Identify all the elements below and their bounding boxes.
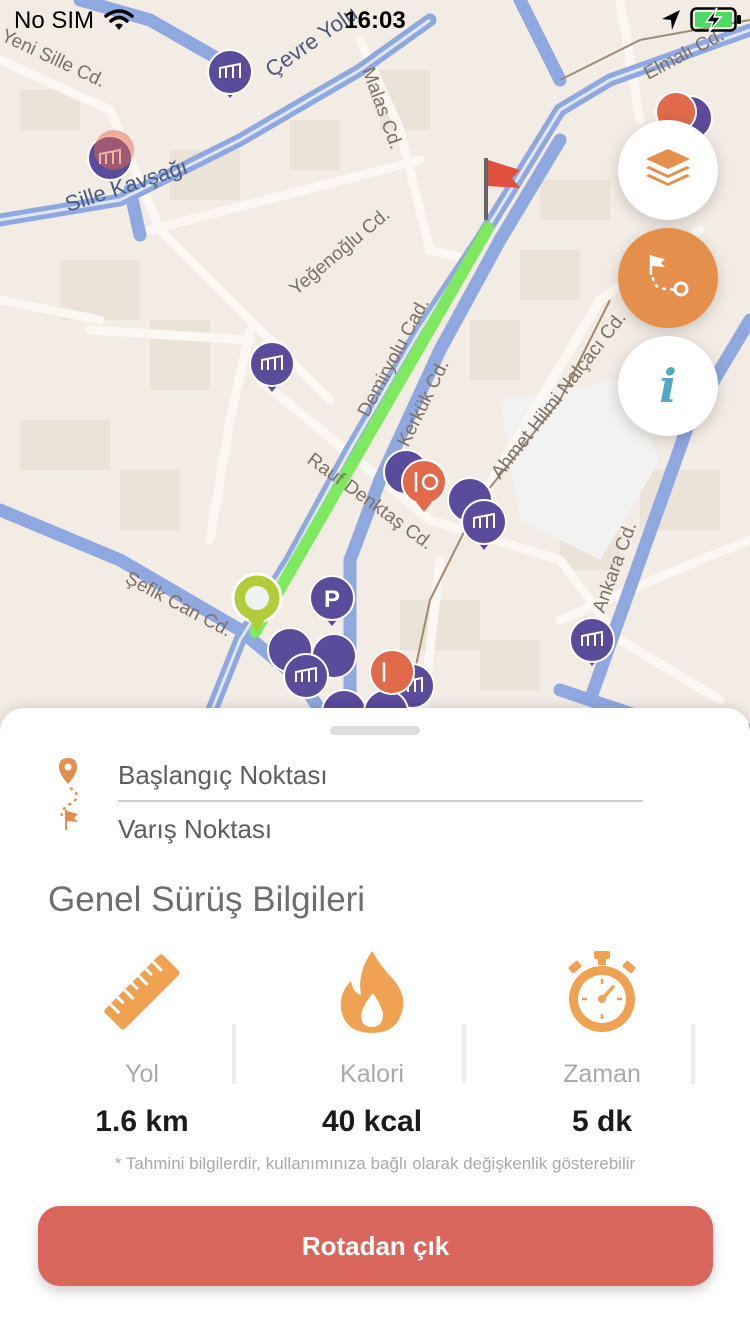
route-info-sheet: Başlangıç Noktası Varış Noktası Genel Sü…: [0, 708, 750, 1334]
stat-label: Yol: [125, 1060, 159, 1088]
stat-value: 5 dk: [571, 1105, 633, 1138]
layers-icon: [644, 147, 692, 194]
exit-route-button[interactable]: Rotadan çık: [38, 1206, 713, 1286]
flame-icon: [272, 946, 472, 1038]
location-arrow-icon: [660, 8, 682, 37]
stat-separator: [691, 1024, 695, 1084]
stat-separator: [462, 1024, 466, 1084]
layers-button[interactable]: [618, 120, 718, 220]
sheet-drag-handle[interactable]: [330, 726, 420, 735]
map-view[interactable]: Yeni Sille Cd. Çevre Yolu Malas Cd. Elma…: [0, 0, 750, 740]
battery-charging-icon: [690, 7, 742, 38]
stat-label: Zaman: [563, 1060, 641, 1088]
destination-point-field[interactable]: Varış Noktası: [118, 814, 272, 845]
street-label: Şefik Can Cd.: [122, 568, 235, 642]
stat-value: 1.6 km: [95, 1105, 189, 1138]
stat-separator: [232, 1024, 236, 1084]
info-button[interactable]: i: [618, 336, 718, 436]
route-start-end-icon: [48, 756, 88, 841]
stat-time: Zaman 5 dk: [502, 946, 702, 1139]
section-title: Genel Sürüş Bilgileri: [48, 880, 366, 919]
info-icon: i: [659, 359, 677, 413]
field-divider: [118, 800, 643, 802]
street-label: Yeğenoğlu Cd.: [286, 204, 394, 300]
stopwatch-icon: [502, 946, 702, 1038]
parking-letter: P: [324, 586, 340, 613]
estimate-disclaimer: * Tahmini bilgilerdir, kullanımınıza bağ…: [114, 1154, 636, 1173]
stat-label: Kalori: [340, 1060, 404, 1088]
start-point-field[interactable]: Başlangıç Noktası: [118, 760, 328, 791]
route-flag-pin-icon: [643, 251, 693, 306]
stat-calories: Kalori 40 kcal: [272, 946, 472, 1139]
route-button[interactable]: [618, 228, 718, 328]
stat-distance: Yol 1.6 km: [42, 946, 242, 1139]
status-time: 16:03: [344, 7, 406, 34]
stat-value: 40 kcal: [321, 1105, 423, 1138]
ruler-icon: [42, 946, 242, 1038]
status-bar: No SIM 16:03: [0, 0, 750, 40]
